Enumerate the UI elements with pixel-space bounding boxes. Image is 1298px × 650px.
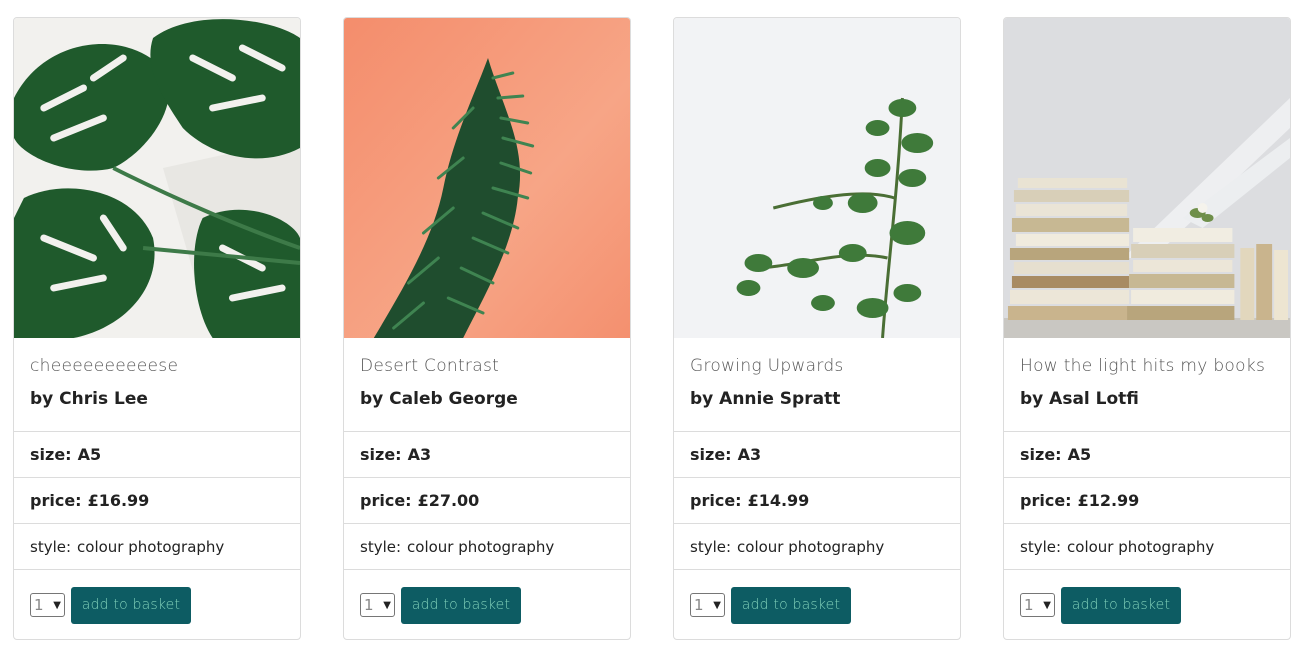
price-value: £14.99 <box>747 491 810 510</box>
price-label: price: <box>30 491 82 510</box>
size-value: A3 <box>407 445 432 464</box>
product-artist: by Annie Spratt <box>690 389 841 409</box>
product-price-row: price: £16.99 <box>14 478 300 524</box>
quantity-select[interactable]: 1 ▼ <box>690 593 725 617</box>
quantity-value: 1 <box>1024 596 1034 614</box>
chevron-down-icon: ▼ <box>53 599 61 611</box>
product-actions: 1 ▼ add to basket <box>674 570 960 639</box>
chevron-down-icon: ▼ <box>713 599 721 611</box>
product-header: Growing Upwards by Annie Spratt <box>674 338 960 432</box>
size-label: size: <box>30 445 72 464</box>
quantity-value: 1 <box>694 596 704 614</box>
product-title[interactable]: How the light hits my books <box>1020 354 1274 378</box>
product-header: cheeeeeeeeeese by Chris Lee <box>14 338 300 432</box>
add-to-basket-button[interactable]: add to basket <box>71 586 191 624</box>
price-value: £27.00 <box>417 491 480 510</box>
product-card: How the light hits my books by Asal Lotf… <box>1003 17 1291 640</box>
style-value: colour photography <box>77 537 225 556</box>
add-to-basket-button[interactable]: add to basket <box>731 586 851 624</box>
price-label: price: <box>360 491 412 510</box>
product-image-monstera[interactable] <box>14 18 300 338</box>
chevron-down-icon: ▼ <box>383 599 391 611</box>
product-image-desert-contrast[interactable] <box>344 18 630 338</box>
product-grid: cheeeeeeeeeese by Chris Lee size: A5 pri… <box>0 0 1298 650</box>
price-label: price: <box>690 491 742 510</box>
product-style-row: style: colour photography <box>1004 524 1290 570</box>
product-artist: by Asal Lotfi <box>1020 389 1139 409</box>
product-card: Growing Upwards by Annie Spratt size: A3… <box>673 17 961 640</box>
size-value: A3 <box>737 445 762 464</box>
product-size-row: size: A3 <box>674 432 960 478</box>
style-label: style: <box>30 537 72 556</box>
product-style-row: style: colour photography <box>344 524 630 570</box>
product-size-row: size: A3 <box>344 432 630 478</box>
product-title[interactable]: Growing Upwards <box>690 354 944 378</box>
add-to-basket-button[interactable]: add to basket <box>401 586 521 624</box>
product-size-row: size: A5 <box>14 432 300 478</box>
product-actions: 1 ▼ add to basket <box>1004 570 1290 639</box>
style-value: colour photography <box>737 537 885 556</box>
style-value: colour photography <box>1067 537 1215 556</box>
price-value: £12.99 <box>1077 491 1140 510</box>
quantity-select[interactable]: 1 ▼ <box>360 593 395 617</box>
product-actions: 1 ▼ add to basket <box>14 570 300 639</box>
product-card: cheeeeeeeeeese by Chris Lee size: A5 pri… <box>13 17 301 640</box>
product-size-row: size: A5 <box>1004 432 1290 478</box>
add-to-basket-button[interactable]: add to basket <box>1061 586 1181 624</box>
product-price-row: price: £27.00 <box>344 478 630 524</box>
style-label: style: <box>360 537 402 556</box>
style-value: colour photography <box>407 537 555 556</box>
product-artist: by Caleb George <box>360 389 518 409</box>
quantity-select[interactable]: 1 ▼ <box>30 593 65 617</box>
product-title[interactable]: cheeeeeeeeeese <box>30 354 284 378</box>
quantity-value: 1 <box>364 596 374 614</box>
product-image-books[interactable] <box>1004 18 1290 338</box>
size-label: size: <box>360 445 402 464</box>
product-header: How the light hits my books by Asal Lotf… <box>1004 338 1290 432</box>
quantity-select[interactable]: 1 ▼ <box>1020 593 1055 617</box>
product-header: Desert Contrast by Caleb George <box>344 338 630 432</box>
product-title[interactable]: Desert Contrast <box>360 354 614 378</box>
product-style-row: style: colour photography <box>674 524 960 570</box>
product-price-row: price: £14.99 <box>674 478 960 524</box>
size-value: A5 <box>1067 445 1092 464</box>
price-value: £16.99 <box>87 491 150 510</box>
price-label: price: <box>1020 491 1072 510</box>
product-price-row: price: £12.99 <box>1004 478 1290 524</box>
style-label: style: <box>1020 537 1062 556</box>
size-label: size: <box>690 445 732 464</box>
product-card: Desert Contrast by Caleb George size: A3… <box>343 17 631 640</box>
style-label: style: <box>690 537 732 556</box>
quantity-value: 1 <box>34 596 44 614</box>
product-artist: by Chris Lee <box>30 389 148 409</box>
product-actions: 1 ▼ add to basket <box>344 570 630 639</box>
size-label: size: <box>1020 445 1062 464</box>
size-value: A5 <box>77 445 102 464</box>
product-image-growing-upwards[interactable] <box>674 18 960 338</box>
chevron-down-icon: ▼ <box>1043 599 1051 611</box>
product-style-row: style: colour photography <box>14 524 300 570</box>
